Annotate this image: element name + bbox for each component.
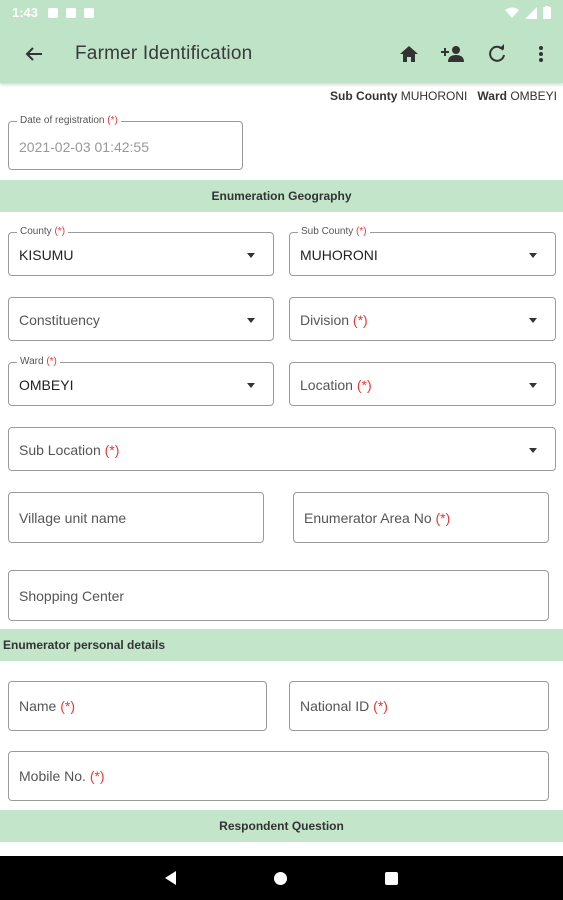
settings-icon	[48, 7, 59, 18]
chevron-down-icon	[247, 253, 255, 258]
sub-location-hint: Sub Location (*)	[19, 442, 120, 458]
chevron-down-icon	[529, 253, 537, 258]
constituency-select[interactable]: Constituency	[8, 297, 274, 341]
section-enumeration-geography: Enumeration Geography	[0, 180, 563, 212]
village-unit-input[interactable]: Village unit name	[8, 492, 264, 543]
ward-value: OMBEYI	[510, 89, 557, 103]
location-summary: Sub County MUHORONI Ward OMBEYI	[330, 89, 557, 103]
sub-county-label: Sub County	[330, 89, 398, 103]
national-id-hint: National ID (*)	[300, 698, 388, 714]
location-select[interactable]: Location (*)	[289, 362, 556, 406]
more-vert-icon[interactable]	[519, 32, 563, 76]
screen: 1:43 Farmer Identification Sub County MU…	[0, 0, 563, 900]
chevron-down-icon	[247, 383, 255, 388]
section-enumerator-personal: Enumerator personal details	[0, 629, 563, 661]
registration-date-value: 2021-02-03 01:42:55	[19, 139, 149, 155]
signal-icon	[525, 6, 537, 19]
chevron-down-icon	[529, 318, 537, 323]
division-select[interactable]: Division (*)	[289, 297, 556, 341]
nav-back-icon[interactable]	[165, 871, 176, 885]
registration-date-field[interactable]: Date of registration (*) 2021-02-03 01:4…	[8, 115, 243, 170]
ward-select-value: OMBEYI	[19, 377, 74, 393]
battery-icon	[543, 6, 551, 19]
add-person-icon[interactable]	[431, 32, 475, 76]
status-time: 1:43	[12, 5, 39, 20]
county-value: KISUMU	[19, 247, 74, 263]
sub-county-select-value: MUHORONI	[300, 247, 378, 263]
page-title: Farmer Identification	[75, 43, 253, 64]
sd-card-icon	[84, 7, 95, 18]
chevron-down-icon	[247, 318, 255, 323]
sub-county-select-label: Sub County (*)	[298, 226, 370, 238]
name-hint: Name (*)	[19, 698, 76, 714]
section-respondent-question: Respondent Question	[0, 810, 563, 842]
enumerator-area-input[interactable]: Enumerator Area No (*)	[293, 492, 549, 543]
app-bar-actions	[387, 32, 563, 76]
mobile-input[interactable]: Mobile No. (*)	[8, 751, 549, 801]
sub-county-select[interactable]: Sub County (*) MUHORONI	[289, 226, 556, 276]
constituency-hint: Constituency	[19, 312, 100, 328]
refresh-icon[interactable]	[475, 32, 519, 76]
back-arrow-icon[interactable]	[22, 42, 46, 66]
notification-icon	[66, 7, 77, 18]
nav-home-icon[interactable]	[274, 871, 287, 885]
county-select[interactable]: County (*) KISUMU	[8, 226, 274, 276]
national-id-input[interactable]: National ID (*)	[289, 681, 549, 731]
shopping-center-input[interactable]: Shopping Center	[8, 570, 549, 621]
name-input[interactable]: Name (*)	[8, 681, 267, 731]
wifi-icon	[505, 7, 519, 18]
status-bar: 1:43	[0, 0, 563, 25]
app-bar: Farmer Identification	[0, 25, 563, 83]
sub-location-select[interactable]: Sub Location (*)	[8, 427, 556, 471]
nav-recents-icon[interactable]	[385, 871, 398, 885]
home-icon[interactable]	[387, 32, 431, 76]
enumerator-area-hint: Enumerator Area No (*)	[304, 510, 451, 526]
system-nav-bar	[0, 856, 563, 900]
chevron-down-icon	[529, 448, 537, 453]
division-hint: Division (*)	[300, 312, 368, 328]
chevron-down-icon	[529, 383, 537, 388]
ward-label: Ward	[477, 89, 507, 103]
ward-select[interactable]: Ward (*) OMBEYI	[8, 356, 274, 406]
ward-select-label: Ward (*)	[17, 356, 60, 368]
shopping-center-hint: Shopping Center	[19, 588, 125, 604]
mobile-hint: Mobile No. (*)	[19, 768, 105, 784]
village-unit-hint: Village unit name	[19, 510, 127, 526]
sub-county-value: MUHORONI	[400, 89, 468, 103]
county-label: County (*)	[17, 226, 69, 238]
location-hint: Location (*)	[300, 377, 372, 393]
registration-date-label: Date of registration (*)	[17, 115, 121, 127]
